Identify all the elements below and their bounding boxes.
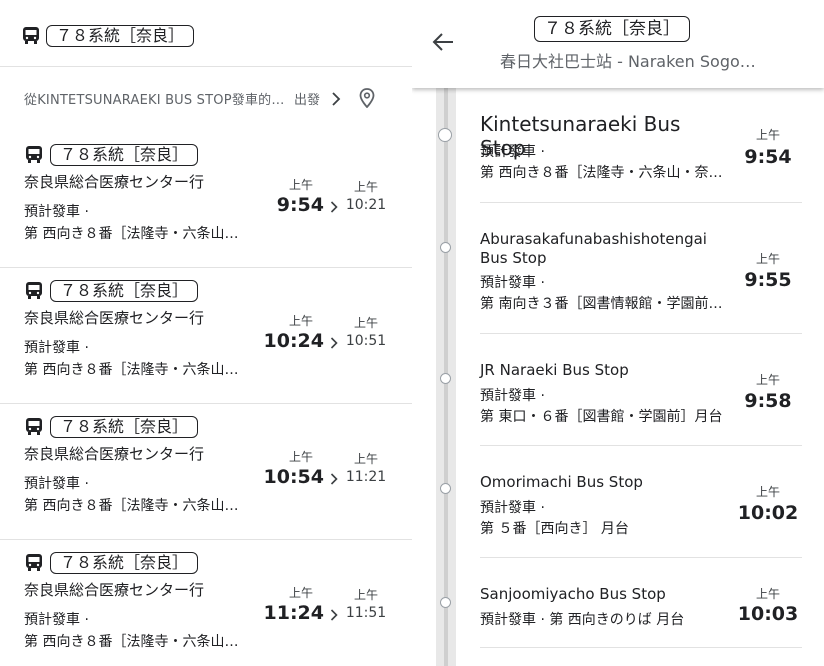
departure-ampm: 上午	[288, 586, 313, 600]
departure-row[interactable]: ７８系統［奈良］ 奈良県総合医療センター行 預計發車 · 第 西向き８番［法隆寺…	[0, 403, 412, 540]
stop-marker	[440, 597, 451, 608]
filter-text: 從KINTETSUNARAEKI BUS STOP發車的班次	[24, 93, 286, 108]
stop-name: Omorimachi Bus Stop	[480, 473, 643, 491]
location-pin-icon[interactable]	[359, 88, 375, 108]
stop-marker	[440, 242, 451, 253]
stop-time: 9:55	[744, 269, 792, 291]
departure-ampm: 上午	[288, 314, 313, 328]
chevron-right-icon	[330, 201, 338, 213]
platform: 第 西向き８番［法隆寺・六条山・奈良県総合医療センター］月台	[24, 634, 252, 650]
departure-note: 預計發車 · 第 西向きのりば 月台	[480, 612, 685, 628]
route-badge: ７８系統［奈良］	[534, 16, 690, 42]
departure-note: 預計發車 ·	[24, 204, 89, 220]
platform: 第 西向き８番［法隆寺・六条山・奈良県総合医療センター］月台	[480, 165, 725, 181]
bus-icon	[23, 27, 39, 44]
stop-ampm: 上午	[755, 128, 780, 142]
departure-ampm: 上午	[288, 450, 313, 464]
departure-note: 預計發車 ·	[480, 388, 545, 404]
departure-note: 預計發車 ·	[480, 275, 545, 291]
route-header: ７８系統［奈良］	[0, 0, 412, 67]
departure-filter-row[interactable]: 從KINTETSUNARAEKI BUS STOP發車的班次 出發	[0, 67, 412, 131]
stop-row[interactable]: JR Naraeki Bus Stop 預計發車 · 第 東口・６番［図書館・学…	[480, 359, 802, 446]
departure-note: 預計發車 ·	[480, 144, 545, 160]
platform: 第 西向き８番［法隆寺・六条山・奈良県総合医療センター］月台	[24, 498, 252, 514]
stop-row[interactable]: Kintetsunaraeki Bus Stop 預計發車 · 第 西向き８番［…	[480, 110, 802, 203]
next-departure-ampm: 上午	[353, 180, 378, 194]
stop-name: Sanjoomiyacho Bus Stop	[480, 585, 666, 603]
route-badge: ７８系統［奈良］	[50, 280, 199, 302]
next-departure-time: 11:51	[345, 605, 387, 621]
departures-panel: ７８系統［奈良］ 從KINTETSUNARAEKI BUS STOP發車的班次 …	[0, 0, 412, 666]
back-arrow-icon[interactable]	[432, 32, 454, 52]
stop-time: 9:58	[744, 390, 792, 412]
route-badge: ７８系統［奈良］	[46, 25, 195, 47]
stop-ampm: 上午	[755, 252, 780, 266]
departure-time: 10:24	[263, 330, 324, 352]
bus-icon	[26, 146, 42, 163]
route-badge: ７８系統［奈良］	[50, 552, 199, 574]
bus-icon	[26, 418, 42, 435]
next-departure-ampm: 上午	[353, 588, 378, 602]
departure-ampm: 上午	[288, 178, 313, 192]
departure-note: 預計發車 ·	[24, 612, 89, 628]
departure-row[interactable]: ７８系統［奈良］ 奈良県総合医療センター行 預計發車 · 第 西向き８番［法隆寺…	[0, 539, 412, 666]
departure-time: 9:54	[276, 194, 324, 216]
bus-icon	[26, 554, 42, 571]
departure-row[interactable]: ７８系統［奈良］ 奈良県総合医療センター行 預計發車 · 第 西向き８番［法隆寺…	[0, 267, 412, 404]
route-badge: ７８系統［奈良］	[50, 416, 199, 438]
platform: 第 南向き３番［図書情報館・学園前］月台	[480, 296, 725, 312]
route-stops-panel: ７８系統［奈良］ 春日大社巴士站 - Naraken Sogo Iryo Cen…	[412, 0, 824, 666]
chevron-right-icon[interactable]	[331, 92, 341, 106]
stop-row[interactable]: Sanjoomiyacho Bus Stop 預計發車 · 第 西向きのりば 月…	[480, 583, 802, 648]
departure-note: 預計發車 ·	[480, 500, 545, 516]
stop-ampm: 上午	[755, 373, 780, 387]
next-departure-time: 10:51	[345, 333, 387, 349]
chevron-right-icon	[330, 609, 338, 621]
stop-name: JR Naraeki Bus Stop	[480, 361, 629, 379]
platform: 第 ５番［西向き］ 月台	[480, 521, 629, 537]
destination: 奈良県総合医療センター行	[24, 173, 205, 191]
stop-time: 10:02	[737, 502, 799, 524]
stop-ampm: 上午	[755, 485, 780, 499]
stop-marker	[440, 373, 451, 384]
next-departure-time: 11:21	[345, 469, 387, 485]
next-departure-ampm: 上午	[353, 316, 378, 330]
stop-marker	[438, 128, 452, 142]
departure-time: 10:54	[263, 466, 324, 488]
destination: 奈良県総合医療センター行	[24, 581, 205, 599]
route-badge: ７８系統［奈良］	[50, 144, 199, 166]
bus-icon	[26, 282, 42, 299]
platform: 第 西向き８番［法隆寺・六条山・奈良県総合医療センター］月台	[24, 226, 252, 242]
stop-marker	[440, 483, 451, 494]
stop-time: 10:03	[737, 603, 799, 625]
destination: 奈良県総合医療センター行	[24, 445, 205, 463]
destination: 奈良県総合医療センター行	[24, 309, 205, 327]
departure-note: 預計發車 ·	[24, 340, 89, 356]
next-departure-time: 10:21	[345, 197, 387, 213]
stop-row[interactable]: Omorimachi Bus Stop 預計發車 · 第 ５番［西向き］ 月台 …	[480, 471, 802, 558]
departure-time: 11:24	[263, 602, 324, 624]
stop-name: Aburasakafunabashishotengai Bus Stop	[480, 230, 707, 267]
route-detail-header: ７８系統［奈良］ 春日大社巴士站 - Naraken Sogo Iryo Cen…	[412, 0, 824, 88]
filter-action[interactable]: 出發	[294, 89, 320, 108]
stop-time: 9:54	[744, 146, 792, 168]
stop-ampm: 上午	[755, 587, 780, 601]
chevron-right-icon	[330, 337, 338, 349]
next-departure-ampm: 上午	[353, 452, 378, 466]
platform: 第 東口・６番［図書館・学園前］月台	[480, 409, 723, 425]
chevron-right-icon	[330, 473, 338, 485]
stop-row[interactable]: Aburasakafunabashishotengai Bus Stop 預計發…	[480, 228, 802, 334]
departure-row[interactable]: ７８系統［奈良］ 奈良県総合医療センター行 預計發車 · 第 西向き８番［法隆寺…	[0, 131, 412, 268]
departure-note: 預計發車 ·	[24, 476, 89, 492]
route-subtitle: 春日大社巴士站 - Naraken Sogo Iryo Center Bus S…	[500, 52, 760, 71]
platform: 第 西向き８番［法隆寺・六条山・奈良県総合医療センター］月台	[24, 362, 252, 378]
